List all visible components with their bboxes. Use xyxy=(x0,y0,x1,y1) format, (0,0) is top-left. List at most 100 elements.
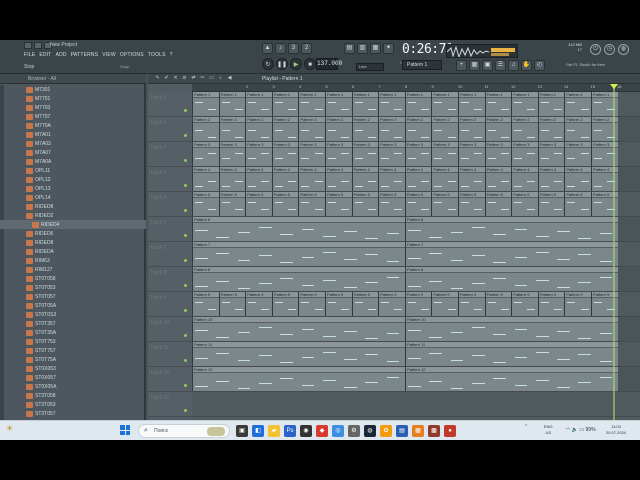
pattern-clip[interactable]: Pattern 4 xyxy=(511,167,538,191)
pattern-clip[interactable]: Pattern 9 xyxy=(458,292,485,316)
pattern-clip[interactable]: Pattern 1 xyxy=(351,92,379,116)
track-header[interactable]: Track 1 xyxy=(148,92,192,117)
pattern-clip[interactable]: Pattern 1 xyxy=(564,92,591,116)
plugin-picker-icon[interactable]: ♫ xyxy=(508,60,519,71)
pattern-clip[interactable]: Pattern 1 xyxy=(192,92,219,116)
pattern-clip[interactable]: Pattern 1 xyxy=(404,92,432,116)
pattern-clip[interactable]: Pattern 3 xyxy=(245,142,272,166)
stop-icon[interactable]: ■ xyxy=(304,58,316,70)
pattern-clip[interactable]: Pattern 9 xyxy=(325,292,352,316)
pattern-clip[interactable]: Pattern 4 xyxy=(431,167,458,191)
track-header[interactable]: Track 4 xyxy=(148,167,192,192)
track-lane[interactable]: Pattern 12 Pattern 12 xyxy=(192,367,640,392)
pattern-add-icon[interactable]: + xyxy=(456,60,467,71)
pattern-clip[interactable]: Pattern 1 xyxy=(484,92,512,116)
browser-item[interactable]: RIDED4 xyxy=(0,220,146,229)
pattern-clip[interactable]: Pattern 2 xyxy=(537,117,565,141)
file-explorer-icon[interactable]: ▰ xyxy=(268,425,280,437)
browser-item[interactable]: OPL14 xyxy=(0,193,146,202)
track-header[interactable]: Track 13 xyxy=(148,392,192,417)
pattern-clip[interactable]: Pattern 4 xyxy=(192,167,219,191)
start-button[interactable] xyxy=(120,425,130,435)
pattern-clip[interactable]: Pattern 5 xyxy=(245,192,272,216)
select-tool-icon[interactable]: ▭ xyxy=(208,75,215,82)
pattern-clip[interactable]: Pattern 5 xyxy=(192,192,219,216)
channel-rack-icon[interactable]: ▦ xyxy=(370,43,381,54)
pattern-clip[interactable]: Pattern 8 xyxy=(405,267,618,291)
track-mute-led[interactable] xyxy=(184,209,187,212)
pattern-clip[interactable]: Pattern 4 xyxy=(537,167,565,191)
pattern-clip[interactable]: Pattern 6 xyxy=(192,217,405,241)
track-header[interactable]: Track 8 xyxy=(148,267,192,292)
browser-item[interactable]: ST0T05A xyxy=(0,301,146,310)
pattern-clip[interactable]: Pattern 2 xyxy=(298,117,325,141)
app-icon-1[interactable]: ◉ xyxy=(300,425,312,437)
pattern-clip[interactable]: Pattern 2 xyxy=(484,117,512,141)
pattern-clip[interactable]: Pattern 1 xyxy=(511,92,538,116)
track-lane[interactable]: Pattern 8 Pattern 8 xyxy=(192,267,640,292)
browser-item[interactable]: ST0X053 xyxy=(0,364,146,373)
track-header[interactable]: Track 2 xyxy=(148,117,192,142)
track-header[interactable]: Track 3 xyxy=(148,142,192,167)
browser-item[interactable]: M7707 xyxy=(0,112,146,121)
settings-icon[interactable]: ⚙ xyxy=(348,425,360,437)
pattern-clip[interactable]: Pattern 2 xyxy=(218,117,246,141)
pattern-clip[interactable]: Pattern 5 xyxy=(511,192,538,216)
pattern-clip[interactable]: Pattern 2 xyxy=(351,117,379,141)
pattern-clip[interactable]: Pattern 4 xyxy=(404,167,432,191)
pattern-clip[interactable]: Pattern 5 xyxy=(325,192,352,216)
browser-item[interactable]: ST3T058 xyxy=(0,391,146,400)
menu-file[interactable]: FILE xyxy=(24,52,35,58)
pattern-clip[interactable]: Pattern 1 xyxy=(431,92,458,116)
pattern-clip[interactable]: Pattern 4 xyxy=(271,167,299,191)
app-icon-5[interactable]: ▩ xyxy=(428,425,440,437)
pattern-clip[interactable]: Pattern 2 xyxy=(458,117,485,141)
timeline-ruler[interactable]: 2 3 4 5 6 7 8 9 10 11 12 13 14 15 16 xyxy=(192,84,640,92)
pattern-clip[interactable]: Pattern 3 xyxy=(484,142,512,166)
pattern-clip[interactable]: Pattern 4 xyxy=(484,167,512,191)
pattern-clip[interactable]: Pattern 9 xyxy=(271,292,299,316)
browser-item[interactable]: M770A xyxy=(0,121,146,130)
pattern-clip[interactable]: Pattern 3 xyxy=(378,142,405,166)
track-lane[interactable]: Pattern 9 Pattern 9 Pattern 9 Pattern 9 Patt… xyxy=(192,292,640,317)
pattern-clip[interactable]: Pattern 9 xyxy=(511,292,538,316)
piano-roll-icon[interactable]: ▥ xyxy=(357,43,368,54)
track-mute-led[interactable] xyxy=(184,109,187,112)
pattern-clip[interactable]: Pattern 4 xyxy=(564,167,591,191)
pattern-clip[interactable]: Pattern 9 xyxy=(192,292,219,316)
browser-item[interactable]: RIDED6 xyxy=(0,229,146,238)
browser-item[interactable]: ST0X057 xyxy=(0,373,146,382)
wait-icon[interactable]: 3 xyxy=(288,43,299,54)
track-header[interactable]: Track 12 xyxy=(148,367,192,392)
browser-icon[interactable]: ▣ xyxy=(482,60,493,71)
play-icon[interactable]: ▶ xyxy=(290,58,302,70)
tray-icons[interactable]: ◠ 🔈 ▭ 99% xyxy=(566,427,596,433)
playhead[interactable] xyxy=(613,84,616,420)
track-lanes[interactable]: Pattern 1 Pattern 1 Pattern 1 Pattern 1 Patt… xyxy=(192,92,640,420)
snap-select[interactable]: Line xyxy=(356,63,384,71)
browser-item[interactable]: OPL11 xyxy=(0,166,146,175)
tray-up-icon[interactable]: ⌃ xyxy=(524,424,528,430)
track-header[interactable]: Track 7 xyxy=(148,242,192,267)
track-header[interactable]: Track 10 xyxy=(148,317,192,342)
track-mute-led[interactable] xyxy=(184,409,187,412)
track-lane[interactable]: Pattern 7 Pattern 7 xyxy=(192,242,640,267)
app-icon-2[interactable]: ◆ xyxy=(316,425,328,437)
track-mute-led[interactable] xyxy=(184,159,187,162)
pattern-clip[interactable]: Pattern 9 xyxy=(404,292,432,316)
pattern-clip[interactable]: Pattern 3 xyxy=(458,142,485,166)
menu-edit[interactable]: EDIT xyxy=(39,52,51,58)
track-header[interactable]: Track 5 xyxy=(148,192,192,217)
metronome-icon[interactable]: ♪ xyxy=(275,43,286,54)
pattern-clip[interactable]: Pattern 7 xyxy=(405,242,618,266)
playhead-marker[interactable] xyxy=(610,84,619,89)
pattern-clip[interactable]: Pattern 5 xyxy=(404,192,432,216)
pattern-clip[interactable]: Pattern 5 xyxy=(351,192,379,216)
pattern-clip[interactable]: Pattern 4 xyxy=(458,167,485,191)
track-lane[interactable]: Pattern 5 Pattern 5 Pattern 5 Pattern 5 Patt… xyxy=(192,192,640,217)
pattern-clip[interactable]: Pattern 9 xyxy=(351,292,379,316)
browser-item[interactable]: M7301 xyxy=(0,85,146,94)
pattern-clip[interactable]: Pattern 2 xyxy=(564,117,591,141)
pattern-select[interactable]: Pattern 1 xyxy=(402,60,442,70)
menu-view[interactable]: VIEW xyxy=(102,52,116,58)
